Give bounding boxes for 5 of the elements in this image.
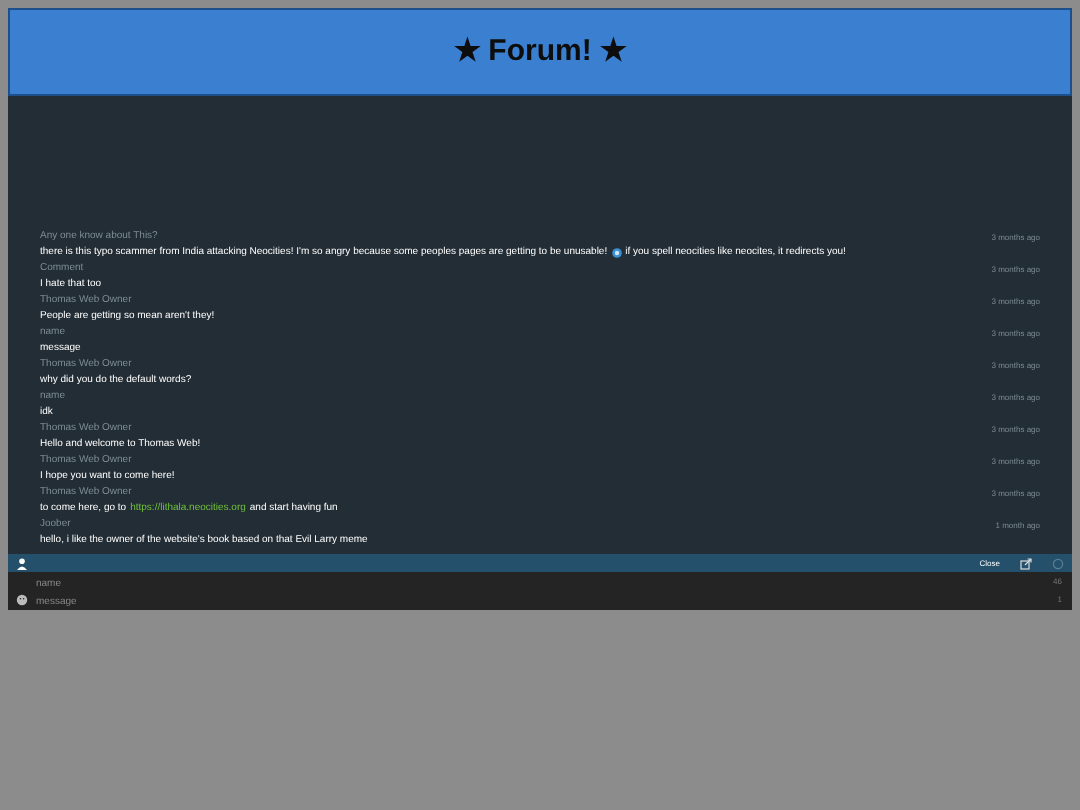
smiley-icon[interactable] — [16, 594, 28, 606]
user-icon[interactable] — [16, 557, 28, 569]
emoji-icon — [611, 247, 622, 257]
forum-title: ★ Forum! ★ — [454, 31, 626, 72]
external-link-icon[interactable] — [1020, 557, 1032, 569]
